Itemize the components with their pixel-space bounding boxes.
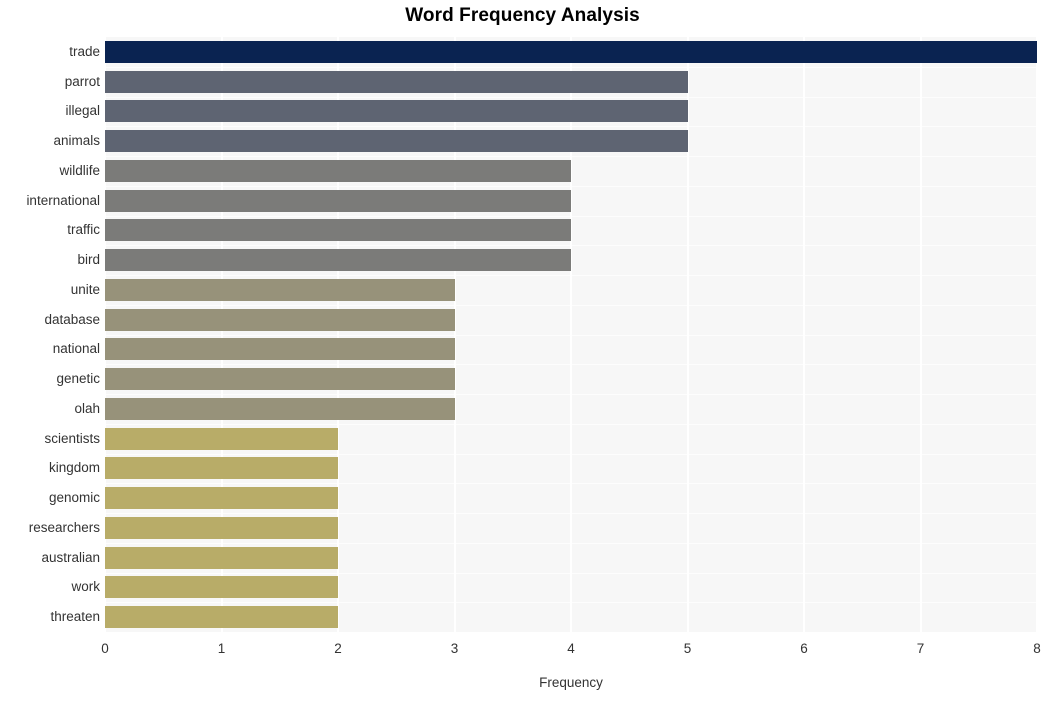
- plot-area: [105, 37, 1037, 632]
- x-tick-label: 1: [217, 641, 226, 656]
- bar: [105, 576, 338, 599]
- x-tick-label: 0: [101, 641, 109, 656]
- x-tick-label: 8: [1033, 641, 1041, 656]
- y-tick-label: work: [71, 579, 100, 595]
- chart-title: Word Frequency Analysis: [405, 5, 640, 26]
- y-tick-label: trade: [69, 43, 100, 59]
- y-tick-label: kingdom: [48, 460, 100, 476]
- y-tick-label: threaten: [50, 609, 100, 625]
- y-tick-label: traffic: [67, 222, 100, 238]
- bar: [105, 397, 455, 420]
- bar: [105, 368, 455, 391]
- bar: [105, 308, 455, 331]
- y-tick-label: unite: [70, 281, 100, 297]
- y-axis-tick-labels: trade parrot illegal animals wildlife interna…: [0, 37, 100, 632]
- bar: [105, 159, 571, 182]
- bar: [105, 70, 688, 93]
- bar: [105, 100, 688, 123]
- x-tick-label: 5: [683, 641, 692, 656]
- y-tick-label: researchers: [28, 519, 100, 535]
- bar: [105, 189, 571, 212]
- y-tick-label: genetic: [56, 371, 100, 387]
- x-tick-label: 7: [916, 641, 925, 656]
- x-tick-label: 3: [450, 641, 459, 656]
- bar: [105, 338, 455, 361]
- bar: [105, 546, 338, 569]
- bar: [105, 278, 455, 301]
- y-tick-label: olah: [74, 400, 100, 416]
- y-tick-label: national: [52, 341, 100, 357]
- x-tick-label: 4: [567, 641, 575, 656]
- y-tick-label: genomic: [48, 490, 100, 506]
- y-tick-label: parrot: [64, 73, 100, 89]
- bars-layer: [105, 37, 1037, 632]
- bar: [105, 427, 338, 450]
- x-tick-label: 6: [800, 641, 808, 656]
- bar: [105, 606, 338, 629]
- x-axis-tick-labels: 0 1 2 3 4 5 6 7 8: [0, 641, 1045, 663]
- x-axis-title: Frequency: [539, 675, 603, 690]
- y-tick-label: international: [26, 192, 100, 208]
- y-tick-label: scientists: [44, 430, 100, 446]
- y-tick-label: australian: [41, 549, 100, 565]
- word-frequency-bar-chart: Word Frequency Analysis trade parrot illeg…: [0, 0, 1045, 701]
- y-tick-label: wildlife: [59, 162, 100, 178]
- y-tick-label: bird: [77, 252, 100, 268]
- bar: [105, 40, 1037, 63]
- bar: [105, 516, 338, 539]
- y-tick-label: animals: [53, 133, 100, 149]
- bar: [105, 249, 571, 272]
- bar: [105, 487, 338, 510]
- bar: [105, 457, 338, 480]
- bar: [105, 219, 571, 242]
- x-tick-label: 2: [334, 641, 342, 656]
- y-tick-label: database: [44, 311, 100, 327]
- y-tick-label: illegal: [65, 103, 100, 119]
- bar: [105, 130, 688, 153]
